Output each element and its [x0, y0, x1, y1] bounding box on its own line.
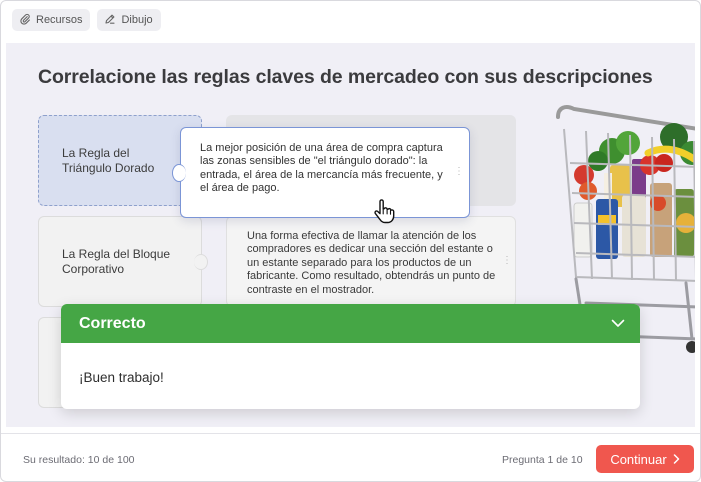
drag-handle-icon[interactable]: ⋮ — [454, 167, 464, 177]
chevron-right-icon — [673, 452, 680, 467]
toolbar: Recursos Dibujo — [1, 1, 700, 39]
description-card-golden-triangle[interactable]: La mejor posición de una área de compra … — [172, 127, 470, 218]
continue-button[interactable]: Continuar — [596, 445, 694, 473]
term-card-golden-triangle[interactable]: La Regla del Triángulo Dorado — [38, 115, 208, 206]
footer-bar: Su resultado: 10 de 100 Pregunta 1 de 10… — [1, 433, 700, 481]
feedback-panel: Correcto ¡Buen trabajo! — [61, 304, 640, 409]
chevron-down-icon[interactable] — [611, 315, 625, 333]
paperclip-icon — [19, 13, 31, 28]
continue-label: Continuar — [610, 451, 667, 467]
score-text: Su resultado: 10 de 100 — [23, 454, 135, 466]
quiz-window: Recursos Dibujo Correlacione las reglas … — [0, 0, 701, 482]
question-title: Correlacione las reglas claves de mercad… — [38, 66, 653, 88]
drawing-label: Dibujo — [121, 14, 153, 26]
feedback-header[interactable]: Correcto — [61, 304, 640, 343]
description-text: La mejor posición de una área de compra … — [200, 142, 443, 195]
feedback-title: Correcto — [79, 314, 146, 332]
drag-handle-icon[interactable]: ⋮ — [502, 256, 512, 266]
term-card-corporate-block[interactable]: La Regla del Bloque Corporativo — [38, 216, 208, 307]
term-label: La Regla del Bloque Corporativo — [62, 246, 171, 276]
card-connector — [172, 164, 186, 182]
hand-pointer-icon — [374, 199, 395, 224]
description-text: Una forma efectiva de llamar la atención… — [247, 230, 496, 296]
resources-label: Recursos — [36, 14, 83, 26]
feedback-message: ¡Buen trabajo! — [79, 370, 164, 385]
question-counter: Pregunta 1 de 10 — [502, 454, 583, 466]
resources-button[interactable]: Recursos — [12, 9, 91, 31]
drawing-button[interactable]: Dibujo — [97, 9, 161, 31]
pencil-icon — [104, 13, 116, 28]
term-connector — [194, 253, 208, 270]
description-card-corporate-block[interactable]: Una forma efectiva de llamar la atención… — [226, 216, 516, 307]
term-label: La Regla del Triángulo Dorado — [62, 145, 155, 175]
